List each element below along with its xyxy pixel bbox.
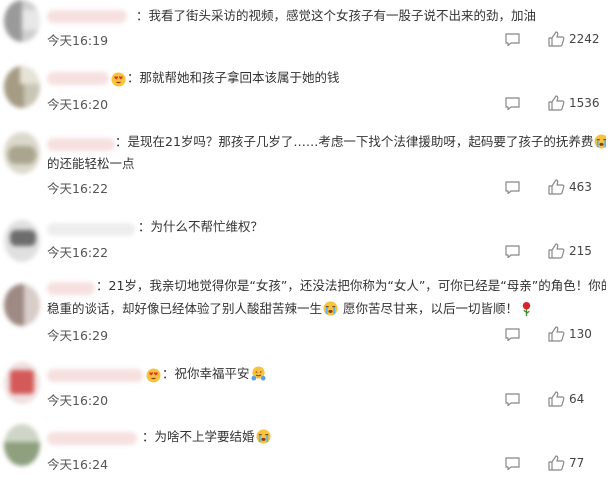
thumbs-up-icon[interactable] [548,326,565,342]
comment-icon[interactable] [505,245,520,258]
avatar[interactable] [4,424,40,466]
like-count: 1536 [569,96,600,110]
comment-text: ：我看了街头采访的视频，感觉这个女孩子有一股子说不出来的劲，加油 [136,8,537,23]
comment-item: ：21岁，我亲切地觉得你是“女孩”，还没法把你称为“女人”，可你已经是“母亲”的… [0,272,610,352]
avatar[interactable] [4,220,40,262]
crying-emoji-icon [255,429,271,444]
comment-text: ：为啥不上学要结婚 [142,426,606,448]
comment-text: ：那就帮她和孩子拿回本该属于她的钱 [127,70,340,85]
comment-time: 今天16:22 [47,245,109,260]
comment-icon[interactable] [505,33,520,46]
heart-eyes-emoji-icon [111,72,126,87]
comment-time: 今天16:22 [47,181,109,196]
comment-icon[interactable] [505,393,520,406]
thumbs-up-icon[interactable] [548,179,565,195]
comment-text: ：是现在21岁吗？那孩子几岁了……考虑一下找个法律援助呀，起码要了孩子的抚养费过 [115,131,606,153]
like-count: 64 [569,392,585,406]
username[interactable] [47,432,137,445]
comment-text-line2: 稳重的谈话，却好像已经体验了别人酸甜苦辣一生 愿你苦尽甘来，以后一切皆顺！ [47,298,606,320]
comment-item: ：是现在21岁吗？那孩子几岁了……考虑一下找个法律援助呀，起码要了孩子的抚养费过… [0,128,610,208]
comment-time: 今天16:19 [47,33,109,48]
comment-time: 今天16:24 [47,457,109,472]
crying-emoji-icon [323,301,338,316]
crying-emoji-icon [594,134,606,149]
username[interactable] [47,138,115,151]
comment-icon[interactable] [505,97,520,110]
username[interactable] [47,10,127,23]
avatar[interactable] [4,132,40,174]
comment-text-line2: 的还能轻松一点 [47,156,135,171]
comment-item: ：祝你幸福平安 今天16:20 64 [0,356,610,416]
username[interactable] [47,369,143,382]
comment-time: 今天16:29 [47,328,109,343]
comment-text: ：为什么不帮忙维权？ [138,219,264,234]
thumbs-up-icon[interactable] [548,95,565,111]
comment-icon[interactable] [505,457,520,470]
thumbs-up-icon[interactable] [548,391,565,407]
comment-time: 今天16:20 [47,393,109,408]
username[interactable] [47,223,135,236]
avatar[interactable] [4,66,40,108]
avatar[interactable] [4,284,40,326]
like-count: 215 [569,244,592,258]
thumbs-up-icon[interactable] [548,31,565,47]
like-count: 77 [569,456,585,470]
comment-text: ：祝你幸福平安 [162,363,606,385]
username[interactable] [47,282,95,295]
comment-item: ：为什么不帮忙维权？ 今天16:22 215 [0,210,610,270]
thumbs-up-icon[interactable] [548,455,565,471]
username[interactable] [47,72,109,85]
comment-time: 今天16:20 [47,97,109,112]
heart-eyes-emoji-icon [146,368,161,383]
rose-emoji-icon [522,301,531,316]
comment-item: ：那就帮她和孩子拿回本该属于她的钱 今天16:20 1536 [0,60,610,120]
comment-text: ：21岁，我亲切地觉得你是“女孩”，还没法把你称为“女人”，可你已经是“母亲”的… [96,278,606,293]
avatar[interactable] [4,0,40,42]
avatar[interactable] [4,362,40,404]
like-count: 463 [569,180,592,194]
like-count: 2242 [569,32,600,46]
comment-item: ：为啥不上学要结婚 今天16:24 77 [0,420,610,485]
comment-item: ：我看了街头采访的视频，感觉这个女孩子有一股子说不出来的劲，加油 今天16:19… [0,0,610,60]
hug-emoji-icon [251,366,266,381]
comment-icon[interactable] [505,328,520,341]
thumbs-up-icon[interactable] [548,243,565,259]
comment-icon[interactable] [505,181,520,194]
like-count: 130 [569,327,592,341]
